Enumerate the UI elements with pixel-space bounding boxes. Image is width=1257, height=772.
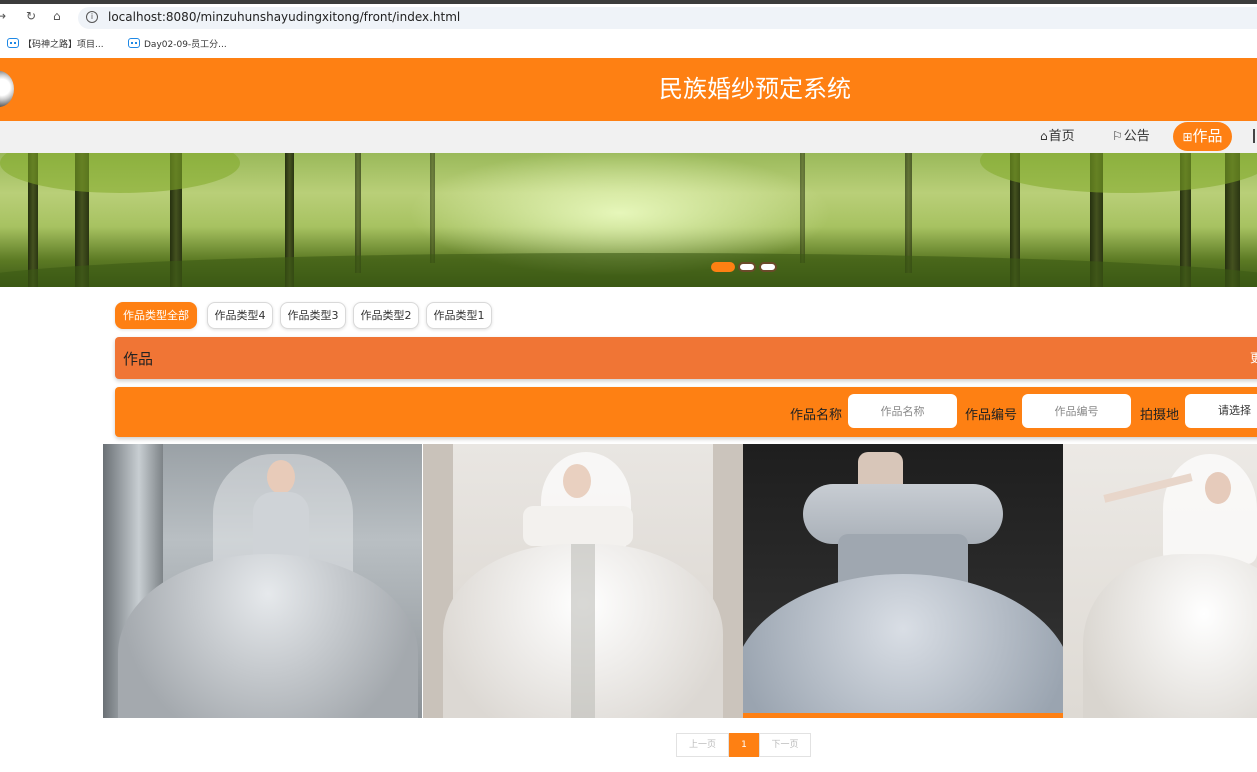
product-card[interactable]: [103, 444, 422, 718]
name-label: 作品名称: [790, 408, 843, 423]
menu-item-notice[interactable]: ⚐公告: [1112, 127, 1150, 146]
category-tab-4[interactable]: 作品类型4: [207, 302, 273, 329]
grid-icon: ⊞: [1182, 130, 1193, 144]
banner-ground: [0, 253, 1257, 287]
menu-item-works[interactable]: ⊞作品: [1173, 122, 1232, 151]
home-icon: ⌂: [1040, 129, 1048, 143]
photo-veil: [1163, 454, 1257, 564]
menu-item-label: 首页: [1048, 129, 1075, 144]
more-link[interactable]: 更: [1250, 349, 1257, 366]
photo-gown: [1083, 554, 1257, 718]
banner-tree-trunk: [430, 153, 435, 263]
reload-icon[interactable]: ↻: [26, 10, 36, 22]
bookmark-label: 【码神之路】项目...: [23, 40, 104, 50]
section-header: 作品 更: [115, 337, 1257, 379]
bookmark-item[interactable]: 【码神之路】项目...: [7, 37, 104, 50]
product-card[interactable]: [423, 444, 743, 718]
category-tab-3[interactable]: 作品类型3: [280, 302, 346, 329]
page-number-current[interactable]: 1: [729, 733, 759, 757]
site-info-icon[interactable]: i: [86, 11, 98, 23]
photo-gown: [743, 574, 1063, 718]
site-title: 民族婚纱预定系统: [659, 75, 851, 103]
carousel-dot-active[interactable]: [711, 262, 735, 272]
site-header: 民族婚纱预定系统: [0, 58, 1257, 121]
bilibili-icon: [128, 38, 140, 48]
photo-offshoulder: [523, 506, 633, 546]
photo-face: [563, 464, 591, 498]
bookmark-item[interactable]: Day02-09-员工分...: [128, 37, 227, 50]
code-search-input[interactable]: [1022, 394, 1131, 428]
menu-item-label: 作品: [1192, 127, 1223, 145]
category-tab-2[interactable]: 作品类型2: [353, 302, 419, 329]
banner-tree-trunk: [800, 153, 805, 263]
address-bar-url: localhost:8080/minzuhunshayudingxitong/f…: [108, 10, 461, 24]
main-menu: ⌂首页 ⚐公告 ⊞作品: [0, 121, 1257, 153]
photo-bodice: [253, 492, 309, 562]
next-page-button[interactable]: 下一页: [759, 733, 811, 757]
name-search-input[interactable]: [848, 394, 957, 428]
forward-icon[interactable]: →: [0, 10, 6, 22]
location-select[interactable]: 请选择: [1185, 394, 1257, 428]
prev-page-button[interactable]: 上一页: [676, 733, 729, 757]
menu-item-label: 公告: [1123, 129, 1150, 144]
search-bar: 作品名称 作品编号 拍摄地 请选择: [115, 387, 1257, 437]
photo-gown: [118, 554, 418, 718]
category-tab-1[interactable]: 作品类型1: [426, 302, 492, 329]
carousel-dot[interactable]: [738, 262, 756, 272]
code-label: 作品编号: [965, 408, 1018, 423]
browser-toolbar: → ↻ ⌂ i localhost:8080/minzuhunshayuding…: [0, 4, 1257, 29]
product-card[interactable]: [1063, 444, 1257, 718]
bilibili-icon: [7, 38, 19, 48]
product-hover-underline: [743, 713, 1063, 718]
flag-icon: ⚐: [1112, 129, 1123, 143]
banner-carousel[interactable]: [0, 153, 1257, 287]
photo-face: [1205, 472, 1231, 504]
address-bar[interactable]: i localhost:8080/minzuhunshayudingxitong…: [78, 7, 1257, 29]
location-label: 拍摄地: [1140, 408, 1180, 423]
photo-gown-detail: [571, 544, 595, 718]
banner-foliage: [980, 153, 1257, 193]
product-card[interactable]: [743, 444, 1063, 718]
home-icon[interactable]: ⌂: [53, 10, 61, 22]
category-tab-all[interactable]: 作品类型全部: [115, 302, 197, 329]
section-title: 作品: [123, 350, 154, 368]
menu-overflow-icon[interactable]: [1253, 129, 1257, 143]
bookmarks-bar: 【码神之路】项目... Day02-09-员工分...: [0, 30, 1257, 56]
menu-item-home[interactable]: ⌂首页: [1040, 127, 1075, 146]
bookmark-label: Day02-09-员工分...: [144, 40, 227, 50]
photo-face: [267, 460, 295, 494]
carousel-dot[interactable]: [759, 262, 777, 272]
